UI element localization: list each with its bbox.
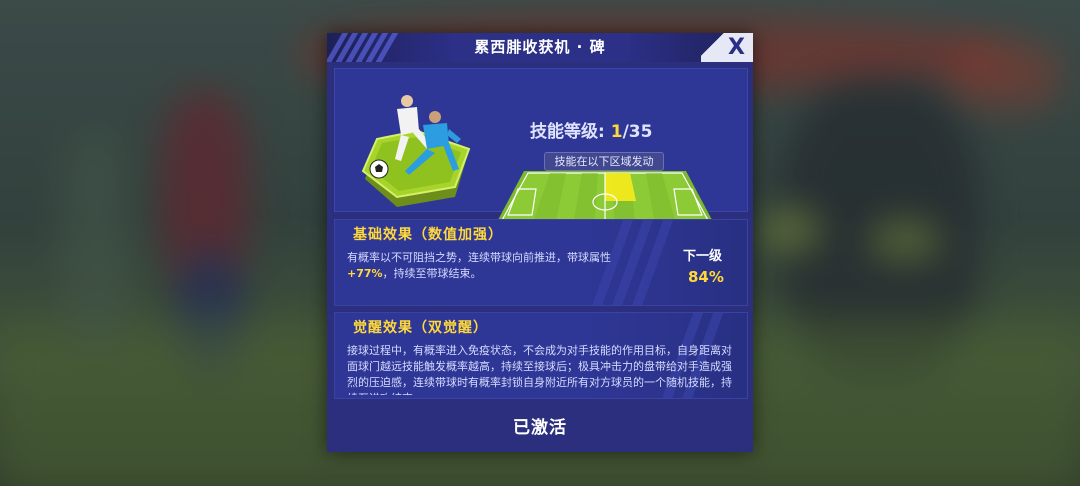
base-effect-title: 基础效果（数值加强） xyxy=(353,227,503,243)
next-level-value: 84% xyxy=(688,268,724,286)
base-effect-desc-text: 有概率以不可阻挡之势，连续带球向前推进，带球属性 xyxy=(347,251,611,264)
next-level-label: 下一级 xyxy=(683,249,723,264)
skill-info-panel: 技能等级: 1/35 技能在以下区域发动 xyxy=(334,68,748,235)
close-button[interactable]: X xyxy=(701,33,753,62)
base-effect-description: 有概率以不可阻挡之势，连续带球向前推进，带球属性 +77%，持续至带球结束。 xyxy=(347,250,647,282)
skill-level-current: 1 xyxy=(610,122,623,142)
close-icon: X xyxy=(728,35,745,60)
awakening-effect-panel[interactable]: 觉醒效果（双觉醒） 接球过程中，有概率进入免疫状态，不会成为对手技能的作用目标，… xyxy=(334,312,748,399)
dialog-title: 累西腓收获机 · 碑 xyxy=(474,38,606,56)
skill-detail-dialog: 累西腓收获机 · 碑 X 技能等级: 1/35 技能在以下区域发动 基础效果（数… xyxy=(327,33,753,452)
base-effect-panel: 基础效果（数值加强） 有概率以不可阻挡之势，连续带球向前推进，带球属性 +77%，… xyxy=(334,219,748,306)
awakening-effect-description: 接球过程中，有概率进入免疫状态，不会成为对手技能的作用目标，自身距离对面球门越远… xyxy=(347,344,732,395)
base-effect-desc-end: ，持续至带球结束。 xyxy=(382,267,482,280)
awakening-effect-title: 觉醒效果（双觉醒） xyxy=(353,320,488,336)
skill-player-icon xyxy=(361,95,471,207)
dialog-title-bar: 累西腓收获机 · 碑 X xyxy=(327,33,753,62)
trigger-area-label: 技能在以下区域发动 xyxy=(544,152,664,171)
skill-level-label: 技能等级: xyxy=(530,122,605,142)
skill-level: 技能等级: 1/35 xyxy=(530,117,710,142)
skill-level-max: /35 xyxy=(622,122,653,142)
activated-status: 已激活 xyxy=(513,418,567,438)
base-effect-bonus: +77% xyxy=(347,267,383,280)
